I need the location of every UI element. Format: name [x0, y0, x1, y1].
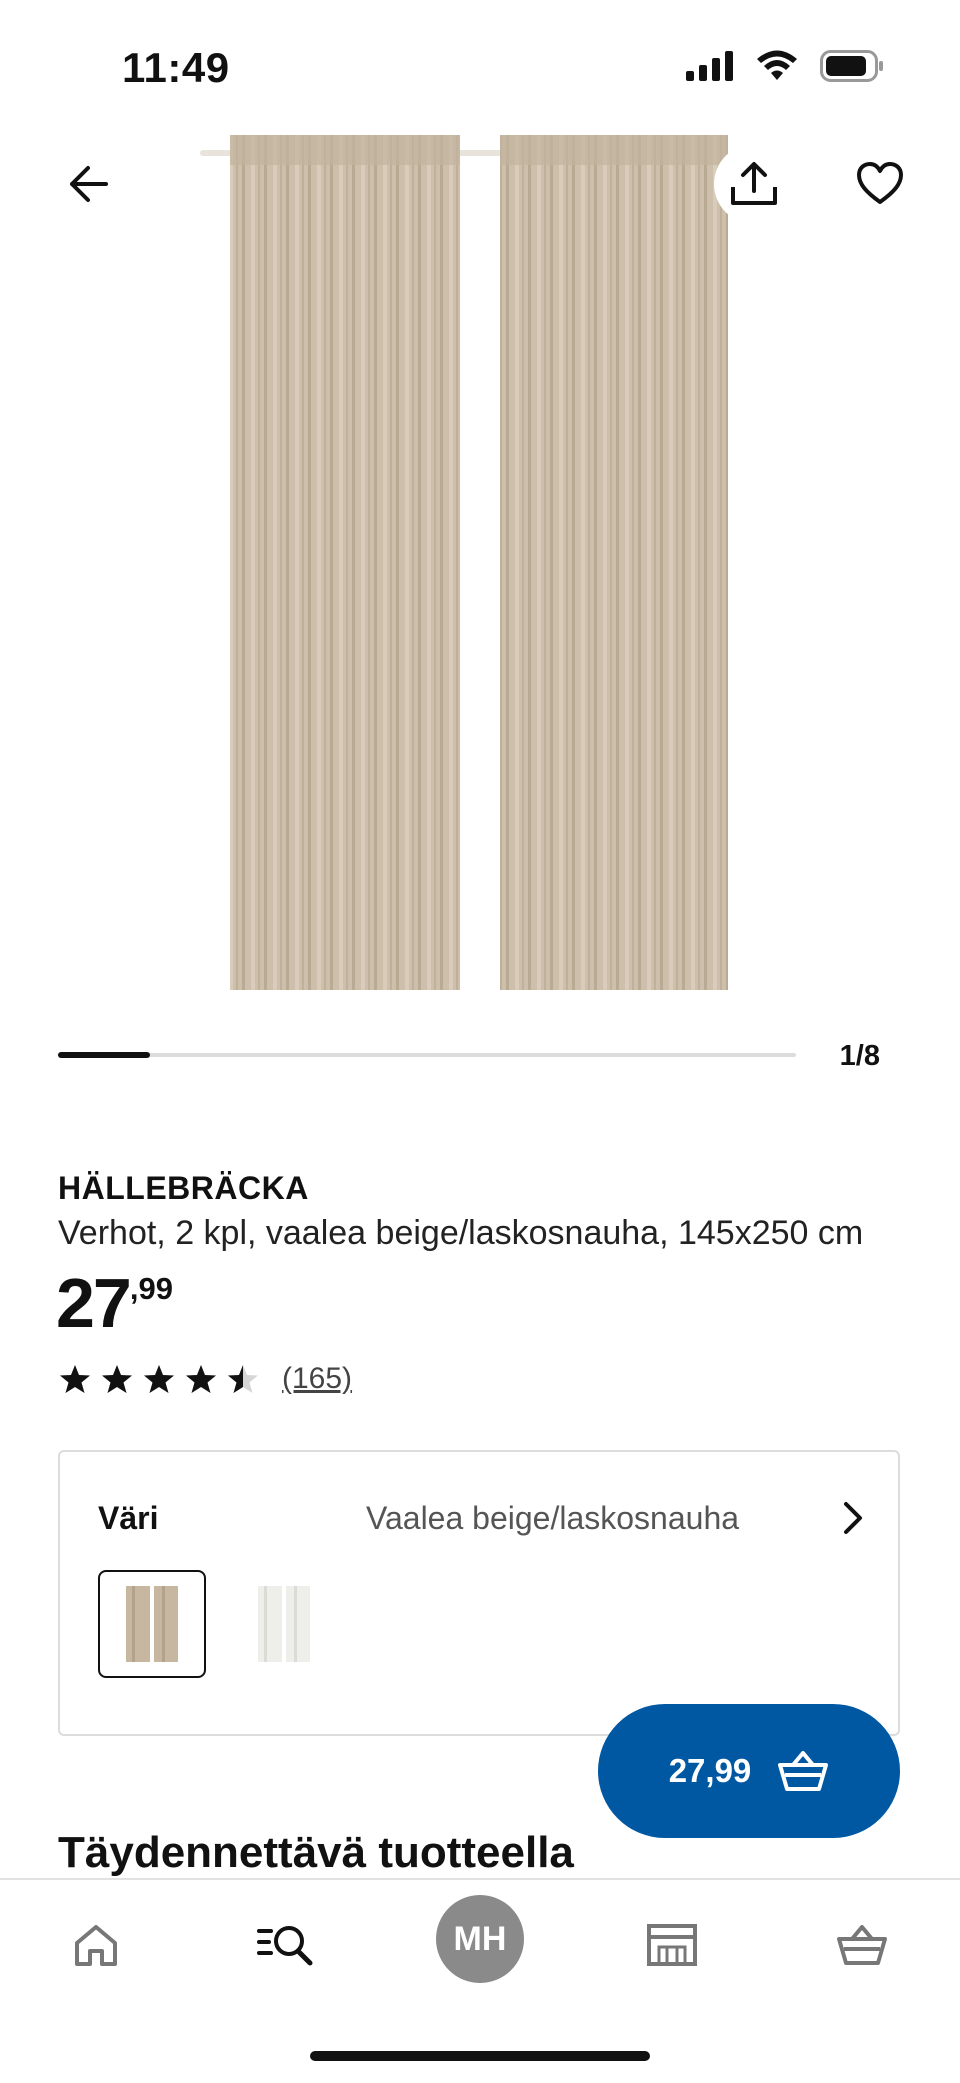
- product-price: 27 ,99: [56, 1268, 173, 1338]
- star-icon: [102, 1365, 132, 1393]
- share-button[interactable]: [714, 144, 794, 224]
- wifi-icon: [757, 50, 797, 80]
- add-to-cart-price: 27,99: [668, 1752, 752, 1789]
- star-icon: [60, 1365, 90, 1393]
- nav-home[interactable]: [56, 1905, 136, 1985]
- product-description: Verhot, 2 kpl, vaalea beige/laskosnauha,…: [58, 1214, 864, 1252]
- color-chevron-button[interactable]: [838, 1500, 868, 1541]
- signal-icon: [686, 51, 733, 81]
- curtain-thumbnail-beige: [126, 1586, 178, 1662]
- home-icon: [75, 1925, 117, 1966]
- heart-icon: [857, 162, 903, 204]
- store-icon: [647, 1924, 697, 1966]
- back-button[interactable]: [48, 144, 128, 224]
- color-swatch-white[interactable]: [230, 1570, 338, 1678]
- curtain-thumbnail-white: [258, 1586, 310, 1662]
- battery-icon: [820, 50, 883, 82]
- star-icon: [228, 1365, 258, 1393]
- product-image[interactable]: [0, 110, 960, 990]
- basket-nav-icon: [837, 1925, 887, 1965]
- add-to-cart-button[interactable]: 27,99: [598, 1704, 900, 1838]
- price-decimal: ,99: [129, 1271, 173, 1306]
- chevron-right-icon: [844, 1502, 862, 1534]
- nav-search[interactable]: [246, 1905, 326, 1985]
- home-indicator: [310, 2051, 650, 2061]
- nav-cart[interactable]: [822, 1905, 902, 1985]
- share-icon: [731, 162, 777, 205]
- section-title: Täydennettävä tuotteella: [58, 1828, 574, 1877]
- search-list-icon: [257, 1926, 313, 1966]
- gallery-counter: 1/8: [839, 1040, 880, 1072]
- favorite-button[interactable]: [840, 144, 920, 224]
- price-integer: 27: [56, 1264, 132, 1342]
- star-icon: [186, 1365, 216, 1393]
- gallery-progress-fill: [58, 1052, 150, 1058]
- color-value[interactable]: Vaalea beige/laskosnauha: [366, 1500, 739, 1537]
- rating-stars: [58, 1363, 260, 1395]
- gallery-progress-track: [58, 1053, 796, 1057]
- basket-icon: [778, 1751, 829, 1791]
- color-swatch-beige[interactable]: [98, 1570, 206, 1678]
- product-name: HÄLLEBRÄCKA: [58, 1170, 309, 1206]
- status-time: 11:49: [122, 44, 230, 91]
- nav-stores[interactable]: [632, 1905, 712, 1985]
- star-icon: [144, 1365, 174, 1393]
- nav-profile-avatar[interactable]: MH: [436, 1895, 524, 1983]
- review-count-link[interactable]: (165): [282, 1362, 352, 1396]
- product-rating[interactable]: (165): [58, 1362, 352, 1396]
- status-icons: [686, 50, 884, 82]
- arrow-left-icon: [70, 166, 108, 202]
- color-label: Väri: [98, 1500, 159, 1536]
